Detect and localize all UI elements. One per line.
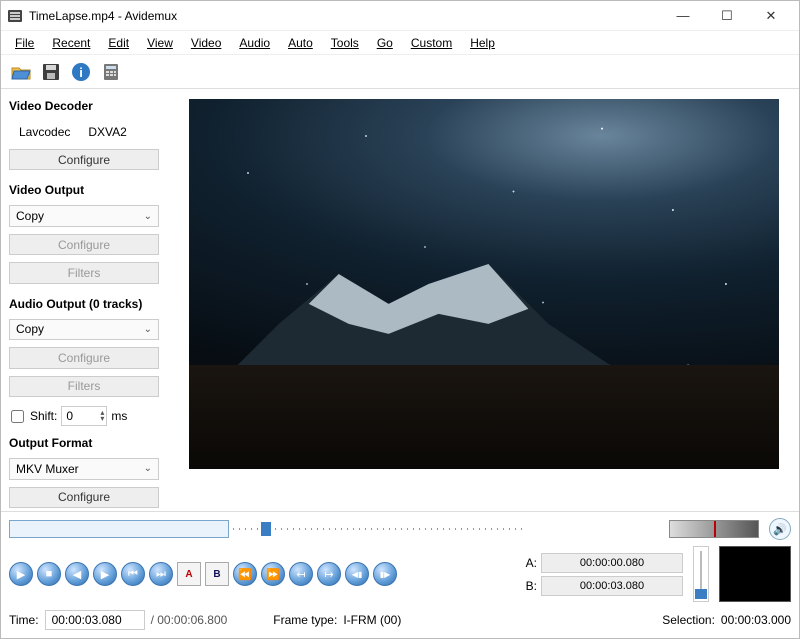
stop-button[interactable]: ■ (37, 562, 61, 586)
calculator-icon[interactable] (99, 60, 123, 84)
save-icon[interactable] (39, 60, 63, 84)
bottom-panel: 🔊 ▶ ■ ◀ ▶ ⏮ ⏭ A B ⏪ ⏩ ↤ ↦ ◀▮ ▮▶ A: (1, 511, 799, 638)
thumbnail-preview (719, 546, 791, 602)
shift-spinner[interactable]: ▴▾ (100, 410, 104, 422)
app-icon (7, 8, 23, 24)
time-label: Time: (9, 613, 39, 627)
menu-recent[interactable]: Recent (44, 33, 98, 53)
menu-audio[interactable]: Audio (231, 33, 278, 53)
audio-output-filters-button[interactable]: Filters (9, 376, 159, 397)
menu-custom[interactable]: Custom (403, 33, 460, 53)
time-field[interactable]: 00:00:03.080 (45, 610, 145, 630)
chevron-down-icon: ⌄ (144, 463, 152, 474)
video-output-title: Video Output (9, 183, 179, 197)
audio-output-configure-button[interactable]: Configure (9, 347, 159, 368)
menu-edit[interactable]: Edit (100, 33, 137, 53)
prev-black-button[interactable]: ◀▮ (345, 562, 369, 586)
prev-cut-button[interactable]: ↤ (289, 562, 313, 586)
frame-type-value: I-FRM (00) (343, 613, 401, 627)
set-marker-b-button[interactable]: B (205, 562, 229, 586)
next-keyframe-button[interactable]: ⏭ (149, 562, 173, 586)
next-black-button[interactable]: ▮▶ (373, 562, 397, 586)
goto-marker-b-button[interactable]: ⏩ (261, 562, 285, 586)
volume-slider[interactable] (693, 546, 709, 602)
info-icon[interactable]: i (69, 60, 93, 84)
shift-label: Shift: (30, 409, 57, 423)
svg-text:i: i (79, 65, 83, 80)
audio-output-select[interactable]: Copy ⌄ (9, 319, 159, 340)
marker-a-label: A: (519, 556, 537, 570)
timeline[interactable] (233, 520, 523, 538)
playhead[interactable] (261, 522, 271, 536)
titlebar: TimeLapse.mp4 - Avidemux — ☐ ✕ (1, 1, 799, 31)
speaker-icon[interactable]: 🔊 (769, 518, 791, 540)
audio-output-title: Audio Output (0 tracks) (9, 297, 179, 311)
menu-help[interactable]: Help (462, 33, 503, 53)
play-button[interactable]: ▶ (9, 562, 33, 586)
output-format-value: MKV Muxer (16, 462, 79, 476)
menu-auto[interactable]: Auto (280, 33, 321, 53)
frame-type-label: Frame type: (273, 613, 337, 627)
video-decoder-title: Video Decoder (9, 99, 179, 113)
set-marker-a-button[interactable]: A (177, 562, 201, 586)
menu-go[interactable]: Go (369, 33, 401, 53)
menu-tools[interactable]: Tools (323, 33, 367, 53)
status-bar: Time: 00:00:03.080 / 00:00:06.800 Frame … (9, 610, 791, 630)
decoder-lavcodec: Lavcodec (19, 125, 70, 139)
chevron-down-icon: ⌄ (144, 324, 152, 335)
next-cut-button[interactable]: ↦ (317, 562, 341, 586)
marker-a-value[interactable]: 00:00:00.080 (541, 553, 683, 573)
menu-file[interactable]: File (7, 33, 42, 53)
prev-frame-button[interactable]: ◀ (65, 562, 89, 586)
decoder-row: Lavcodec DXVA2 (9, 121, 179, 145)
shift-checkbox[interactable] (11, 410, 24, 423)
output-format-configure-button[interactable]: Configure (9, 487, 159, 508)
video-preview[interactable] (189, 99, 779, 469)
close-button[interactable]: ✕ (749, 2, 793, 30)
minimize-button[interactable]: — (661, 2, 705, 30)
video-output-configure-button[interactable]: Configure (9, 234, 159, 255)
decoder-dxva2: DXVA2 (88, 125, 126, 139)
maximize-button[interactable]: ☐ (705, 2, 749, 30)
main-area: Video Decoder Lavcodec DXVA2 Configure V… (1, 89, 799, 511)
shift-value: 0 (66, 409, 73, 423)
goto-marker-a-button[interactable]: ⏪ (233, 562, 257, 586)
volume-meter[interactable] (669, 520, 759, 538)
audio-shift-row: Shift: 0 ▴▾ ms (9, 406, 179, 426)
selection-range[interactable] (9, 520, 229, 538)
sidebar: Video Decoder Lavcodec DXVA2 Configure V… (9, 93, 179, 511)
window-title: TimeLapse.mp4 - Avidemux (29, 9, 177, 23)
transport-controls: ▶ ■ ◀ ▶ ⏮ ⏭ A B ⏪ ⏩ ↤ ↦ ◀▮ ▮▶ A: 00:00:0… (9, 546, 791, 602)
video-output-filters-button[interactable]: Filters (9, 262, 159, 283)
preview-pane (179, 93, 791, 511)
video-output-select[interactable]: Copy ⌄ (9, 205, 159, 226)
timeline-row: 🔊 (9, 518, 791, 540)
selection-value: 00:00:03.000 (721, 613, 791, 627)
output-format-title: Output Format (9, 436, 179, 450)
next-frame-button[interactable]: ▶ (93, 562, 117, 586)
marker-b-label: B: (519, 579, 537, 593)
ab-markers: A: 00:00:00.080 B: 00:00:03.080 (519, 553, 683, 596)
output-format-select[interactable]: MKV Muxer ⌄ (9, 458, 159, 479)
menu-video[interactable]: Video (183, 33, 229, 53)
video-output-value: Copy (16, 209, 44, 223)
open-icon[interactable] (9, 60, 33, 84)
prev-keyframe-button[interactable]: ⏮ (121, 562, 145, 586)
marker-b-value[interactable]: 00:00:03.080 (541, 576, 683, 596)
selection-label: Selection: (662, 613, 715, 627)
audio-output-value: Copy (16, 322, 44, 336)
toolbar: i (1, 55, 799, 89)
menu-view[interactable]: View (139, 33, 181, 53)
shift-input[interactable]: 0 ▴▾ (61, 406, 107, 426)
duration-label: / 00:00:06.800 (151, 613, 228, 627)
video-decoder-configure-button[interactable]: Configure (9, 149, 159, 170)
menubar: File Recent Edit View Video Audio Auto T… (1, 31, 799, 55)
app-window: TimeLapse.mp4 - Avidemux — ☐ ✕ File Rece… (0, 0, 800, 639)
chevron-down-icon: ⌄ (144, 211, 152, 222)
shift-unit: ms (111, 409, 127, 423)
